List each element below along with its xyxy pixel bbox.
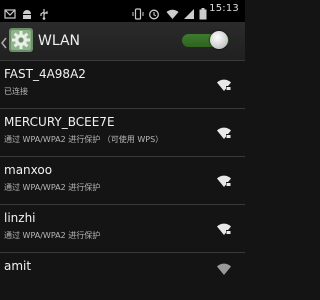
wifi-signal-icon (216, 261, 232, 280)
network-row[interactable]: amit (0, 253, 245, 300)
network-name: FAST_4A98A2 (4, 67, 86, 81)
wifi-signal-locked-icon (216, 77, 232, 96)
network-row[interactable]: MERCURY_BCEE7E 通过 WPA/WPA2 进行保护 （可使用 WPS… (0, 109, 245, 157)
network-name: amit (4, 259, 32, 273)
network-name: linzhi (4, 211, 36, 225)
network-row[interactable]: linzhi 通过 WPA/WPA2 进行保护 (0, 205, 245, 253)
network-status: 通过 WPA/WPA2 进行保护 （可使用 WPS） (4, 135, 164, 144)
back-chevron-icon[interactable] (0, 34, 7, 53)
network-row[interactable]: FAST_4A98A2 已连接 (0, 61, 245, 109)
status-bar: 15:13 (0, 0, 245, 22)
network-status: 通过 WPA/WPA2 进行保护 (4, 183, 101, 192)
wlan-toggle[interactable] (182, 31, 229, 49)
network-name: MERCURY_BCEE7E (4, 115, 115, 129)
wifi-signal-locked-icon (216, 221, 232, 240)
network-status: 已连接 (4, 87, 28, 96)
status-time: 15:13 (209, 3, 239, 14)
settings-app-icon[interactable] (8, 27, 34, 57)
wifi-signal-locked-icon (216, 173, 232, 192)
wlan-toggle-knob[interactable] (210, 31, 228, 49)
page-title: WLAN (38, 33, 81, 49)
wifi-signal-locked-icon (216, 125, 232, 144)
network-status: 通过 WPA/WPA2 进行保护 (4, 231, 101, 240)
action-bar: WLAN (0, 22, 245, 61)
network-name: manxoo (4, 163, 53, 177)
network-row[interactable]: manxoo 通过 WPA/WPA2 进行保护 (0, 157, 245, 205)
